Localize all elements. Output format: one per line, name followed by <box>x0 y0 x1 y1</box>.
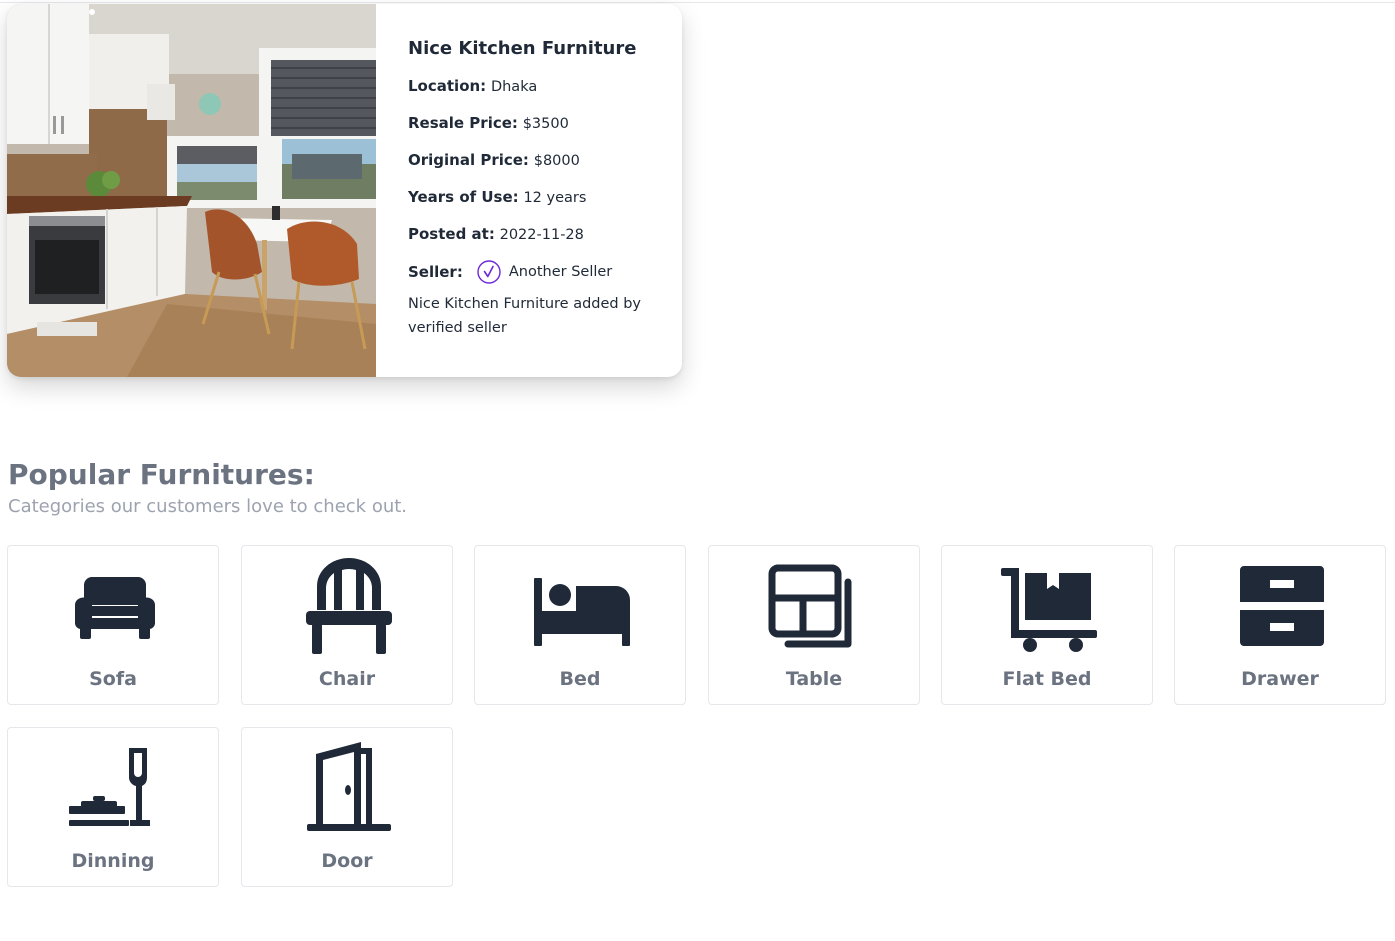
dining-icon <box>69 748 150 826</box>
category-label: Dinning <box>71 850 155 872</box>
category-label: Table <box>785 668 843 690</box>
bed-icon <box>534 578 630 646</box>
seller-label: Seller: <box>408 263 463 281</box>
category-tile-flat-bed[interactable]: Flat Bed <box>941 545 1153 705</box>
section-subtitle: Categories our customers love to check o… <box>8 496 408 517</box>
years-of-use-row: Years of Use: 12 years <box>408 186 663 209</box>
resale-price-value: $3500 <box>522 116 569 132</box>
category-tile-bed[interactable]: Bed <box>474 545 686 705</box>
top-divider <box>0 2 1395 3</box>
years-of-use-label: Years of Use: <box>408 188 519 206</box>
category-label: Chair <box>318 668 376 690</box>
original-price-label: Original Price: <box>408 151 529 169</box>
kitchen-photo <box>7 4 376 377</box>
drawer-icon <box>1240 566 1324 646</box>
category-tile-table[interactable]: Table <box>708 545 920 705</box>
category-label: Flat Bed <box>1002 668 1092 690</box>
seller-row: Seller: Another Seller <box>408 260 663 284</box>
original-price-row: Original Price: $8000 <box>408 149 663 172</box>
category-tile-chair[interactable]: Chair <box>241 545 453 705</box>
listing-description: Nice Kitchen Furniture added by verified… <box>408 296 642 336</box>
category-label: Drawer <box>1241 668 1319 690</box>
category-tile-door[interactable]: Door <box>241 727 453 887</box>
location-row: Location: Dhaka <box>408 75 663 98</box>
years-of-use-value: 12 years <box>523 190 587 206</box>
verified-check-icon <box>477 260 501 284</box>
sofa-icon <box>74 577 156 639</box>
listing-photo <box>7 4 376 377</box>
category-label: Bed <box>559 668 601 690</box>
category-tile-dinning[interactable]: Dinning <box>7 727 219 887</box>
chair-icon <box>306 558 392 654</box>
listing-info: Nice Kitchen Furniture Location: Dhaka R… <box>408 37 663 340</box>
location-label: Location: <box>408 77 487 95</box>
category-tile-sofa[interactable]: Sofa <box>7 545 219 705</box>
posted-at-value: 2022-11-28 <box>499 227 584 243</box>
category-label: Sofa <box>89 668 137 690</box>
table-icon <box>768 564 852 648</box>
location-value: Dhaka <box>490 79 538 95</box>
resale-price-row: Resale Price: $3500 <box>408 112 663 135</box>
resale-price-label: Resale Price: <box>408 114 518 132</box>
flatbed-cart-icon <box>1001 568 1097 652</box>
original-price-value: $8000 <box>533 153 580 169</box>
posted-at-label: Posted at: <box>408 225 495 243</box>
section-title: Popular Furnitures: <box>8 458 315 491</box>
category-label: Door <box>321 850 373 872</box>
category-tile-drawer[interactable]: Drawer <box>1174 545 1386 705</box>
door-icon <box>307 742 391 831</box>
listing-card[interactable]: Nice Kitchen Furniture Location: Dhaka R… <box>7 4 682 377</box>
listing-title: Nice Kitchen Furniture <box>408 38 637 59</box>
seller-name[interactable]: Another Seller <box>509 261 612 283</box>
posted-at-row: Posted at: 2022-11-28 <box>408 223 663 246</box>
